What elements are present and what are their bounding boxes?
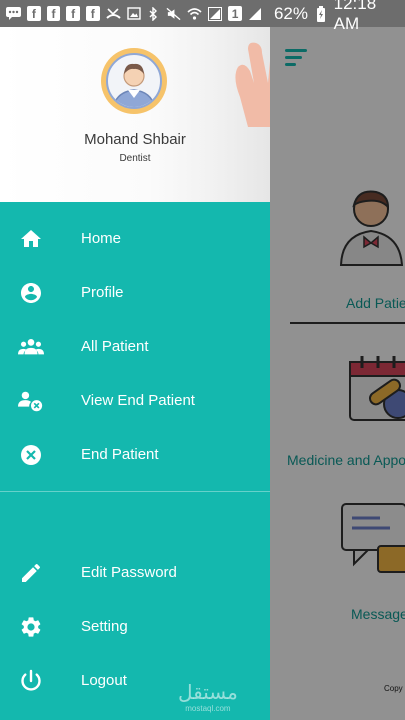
- avatar: [101, 48, 167, 114]
- menu-divider: [0, 491, 270, 492]
- clock: 12:18 AM: [333, 0, 377, 33]
- power-icon: [21, 669, 41, 691]
- pencil-icon: [22, 563, 41, 582]
- battery-icon: [314, 5, 328, 22]
- menu-label-end-patient: End Patient: [81, 446, 159, 463]
- facebook-icon: f: [46, 6, 61, 21]
- menu-label-view-end-patient: View End Patient: [81, 392, 195, 409]
- facebook-icon: f: [85, 6, 100, 21]
- menu-item-edit-password[interactable]: Edit Password: [0, 546, 270, 600]
- menu-label-logout: Logout: [81, 672, 127, 689]
- cancel-icon: [21, 445, 41, 465]
- signal-1-icon: [208, 6, 223, 21]
- menu-item-setting[interactable]: Setting: [0, 600, 270, 654]
- menu-item-home[interactable]: Home: [0, 212, 270, 266]
- menu-item-end-patient[interactable]: End Patient: [0, 428, 270, 482]
- sim-icon: 1: [228, 6, 242, 21]
- status-bar: f f f f 1 62% 12:18 AM: [0, 0, 405, 33]
- profile-icon: [21, 283, 41, 303]
- user-role: Dentist: [119, 153, 151, 164]
- bluetooth-icon: [147, 6, 161, 21]
- menu-label-all-patient: All Patient: [81, 338, 149, 355]
- watermark-arabic: مستقل: [178, 680, 238, 704]
- group-icon: [18, 339, 44, 355]
- battery-percent: 62%: [273, 3, 308, 23]
- facebook-icon: f: [66, 6, 80, 21]
- mute-icon: [166, 6, 181, 21]
- gear-icon: [21, 617, 41, 637]
- wifi-icon: [187, 6, 202, 21]
- menu-label-edit-password: Edit Password: [81, 564, 177, 581]
- drawer-header: Mohand Shbair Dentist: [0, 27, 270, 202]
- missed-call-icon: [105, 6, 121, 21]
- watermark-latin: mostaql.com: [185, 704, 231, 713]
- user-name: Mohand Shbair: [84, 131, 186, 148]
- menu-item-all-patient[interactable]: All Patient: [0, 320, 270, 374]
- menu-item-profile[interactable]: Profile: [0, 266, 270, 320]
- menu-label-home: Home: [81, 230, 122, 247]
- menu-label-setting: Setting: [81, 618, 128, 635]
- menu-label-profile: Profile: [81, 284, 124, 301]
- person-remove-icon: [18, 391, 43, 412]
- facebook-icon: f: [27, 6, 41, 21]
- message-icon: [6, 6, 21, 21]
- navigation-drawer: Mohand Shbair Dentist Home Profile All P…: [0, 27, 270, 720]
- signal-icon: [248, 6, 262, 21]
- background-hand-image: [235, 42, 270, 127]
- image-icon: [126, 6, 141, 21]
- home-icon: [21, 230, 41, 247]
- menu-item-view-end-patient[interactable]: View End Patient: [0, 374, 270, 428]
- mostaql-watermark: مستقل mostaql.com: [178, 682, 238, 713]
